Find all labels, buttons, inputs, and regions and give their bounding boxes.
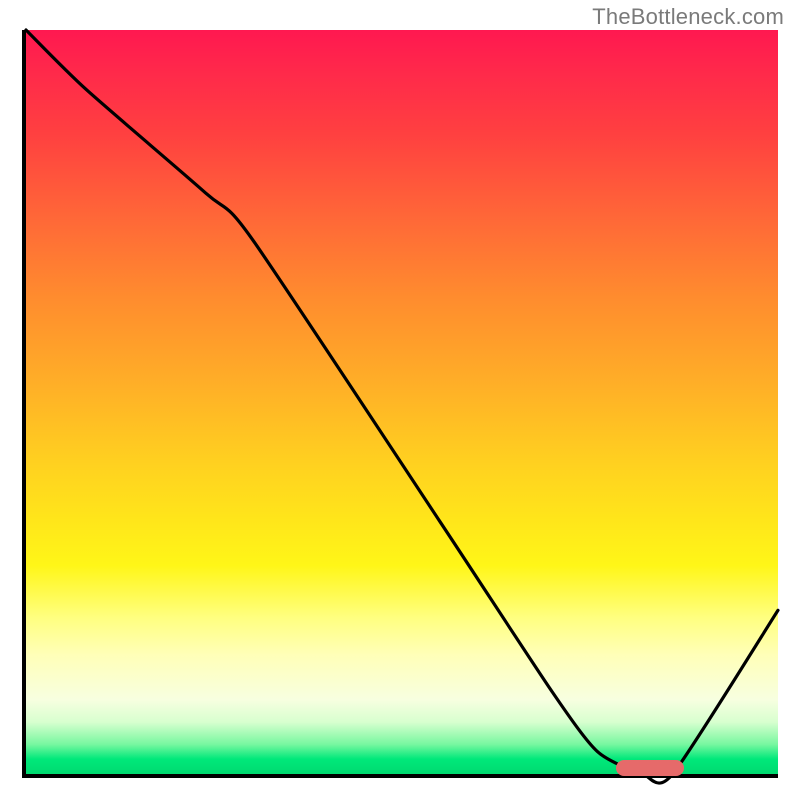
- optimal-marker: [616, 760, 684, 776]
- watermark-text: TheBottleneck.com: [592, 4, 784, 30]
- bottleneck-curve: [26, 30, 778, 774]
- plot-area: [22, 30, 778, 778]
